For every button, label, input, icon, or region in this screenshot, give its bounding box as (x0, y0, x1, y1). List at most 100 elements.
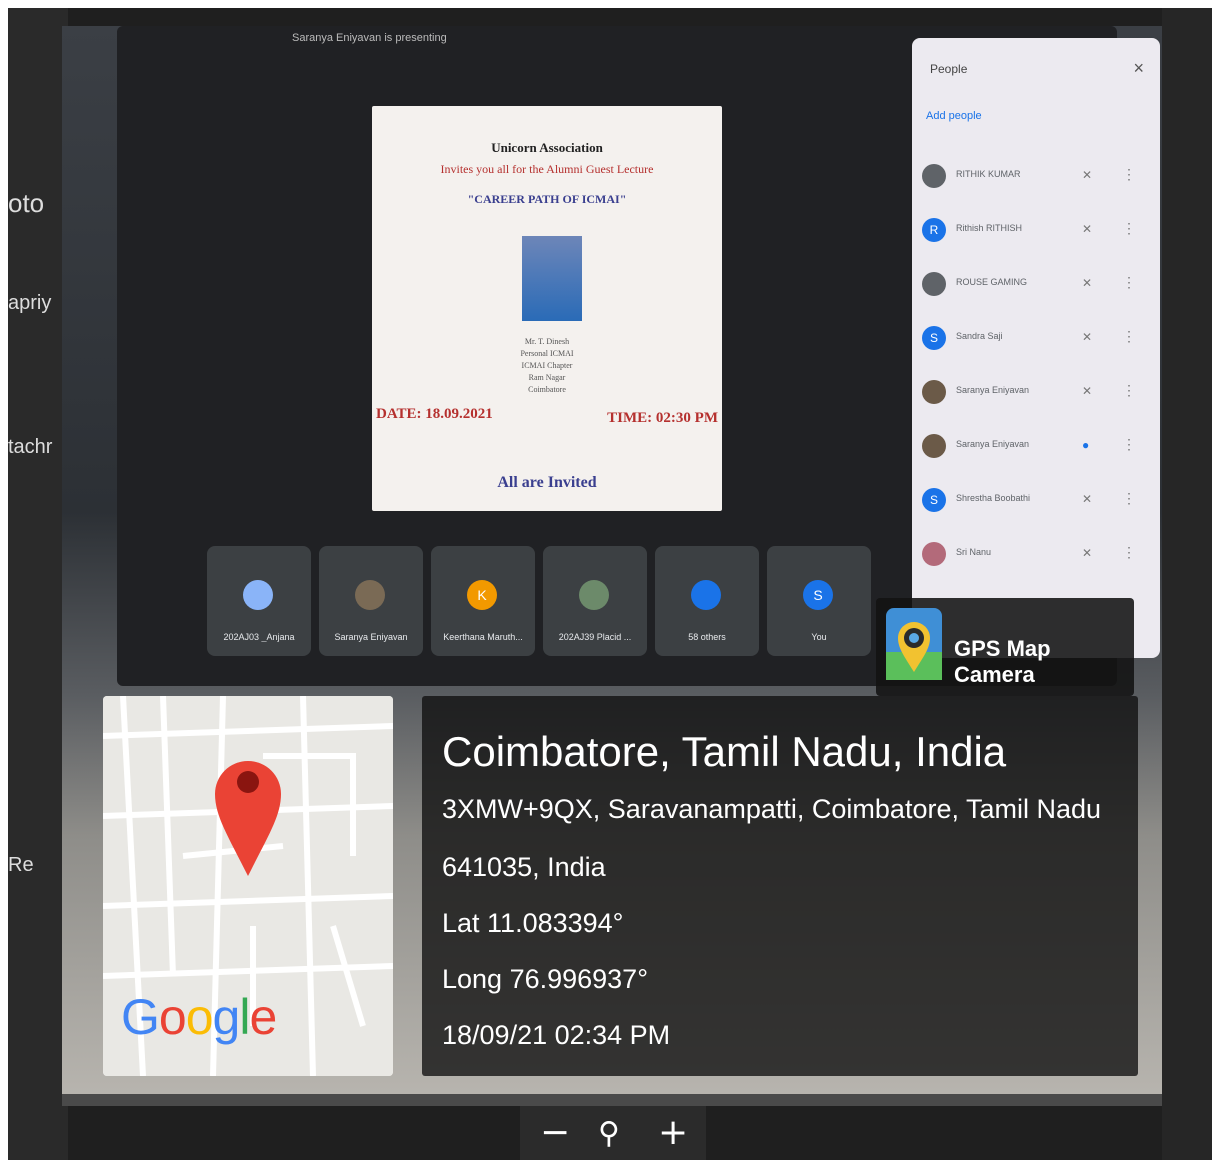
more-icon: ⋮ (1122, 382, 1136, 398)
background-page-left: oto apriy tachr Re (8, 8, 68, 1160)
mic-off-icon: ✕ (1082, 276, 1093, 290)
slide-time: TIME: 02:30 PM (607, 410, 718, 426)
tile-name: You (811, 632, 827, 642)
mic-off-icon: ✕ (1082, 330, 1093, 344)
speaking-icon: ● (1082, 438, 1090, 452)
slide-association: Unicorn Association (491, 140, 603, 155)
gps-camera-app-icon (886, 608, 942, 680)
participant-row: Saranya Eniyavan ● ⋮ (922, 426, 1150, 470)
gps-badge-title: GPS Map Camera (954, 636, 1051, 687)
more-icon: ⋮ (1122, 328, 1136, 344)
location-datetime: 18/09/21 02:34 PM (442, 1020, 671, 1050)
avatar (922, 380, 946, 404)
participant-name: RITHIK KUMAR (956, 169, 1021, 179)
participant-tile: K Keerthana Maruth... (431, 546, 535, 656)
background-text: Re (8, 854, 34, 876)
zoom-controls: − ⚲ + (520, 1106, 706, 1160)
presenting-banner: Saranya Eniyavan is presenting (292, 32, 447, 44)
google-logo: Google (121, 988, 277, 1046)
image-viewer: oto apriy tachr Re Saranya Eniyavan is p… (8, 8, 1212, 1160)
more-icon: ⋮ (1122, 166, 1136, 182)
location-longitude: Long 76.996937° (442, 964, 648, 994)
tile-name: Saranya Eniyavan (334, 632, 408, 642)
zoom-out-button[interactable]: − (540, 1112, 570, 1153)
tile-name: 58 others (688, 632, 726, 642)
zoom-in-button[interactable]: + (658, 1112, 688, 1153)
mic-off-icon: ✕ (1082, 492, 1093, 506)
close-icon: × (1133, 58, 1144, 78)
google-logo-letter: e (249, 989, 277, 1045)
participant-name: Saranya Eniyavan (956, 385, 1030, 395)
participant-name: Shrestha Boobathi (956, 493, 1031, 503)
location-city: Coimbatore, Tamil Nadu, India (442, 728, 1007, 775)
people-panel: People × Add people RITHIK KUMAR ✕ ⋮ R R… (912, 38, 1160, 658)
speaker-photo (522, 236, 582, 321)
participant-row: Saranya Eniyavan ✕ ⋮ (922, 372, 1150, 416)
more-icon: ⋮ (1122, 544, 1136, 560)
mic-off-icon: ✕ (1082, 546, 1093, 560)
tile-avatar: K (467, 580, 497, 610)
avatar: S (922, 326, 946, 350)
participant-name: Sri Nanu (956, 547, 992, 557)
more-icon: ⋮ (1122, 490, 1136, 506)
google-logo-letter: l (239, 989, 250, 1045)
avatar (922, 434, 946, 458)
background-page-right (1162, 8, 1212, 1160)
add-people-link: Add people (926, 110, 982, 122)
google-logo-letter: G (121, 989, 160, 1045)
location-address-line2: 641035, India (442, 852, 606, 882)
tile-avatar (243, 580, 273, 610)
participant-name: Sandra Saji (956, 331, 1003, 341)
background-text: oto (8, 188, 45, 218)
participant-tile: S You (767, 546, 871, 656)
participant-tile: 58 others (655, 546, 759, 656)
slide-topic: "CAREER PATH OF ICMAI" (467, 192, 627, 206)
mic-off-icon: ✕ (1082, 168, 1093, 182)
tile-name: Keerthana Maruth... (443, 632, 523, 642)
people-panel-title: People (930, 62, 968, 76)
avatar: S (922, 488, 946, 512)
speaker-line: Personal ICMAI (520, 349, 574, 358)
participant-tiles: 202AJ03 _Anjana Saranya Eniyavan K Keert… (207, 546, 907, 656)
speaker-line: ICMAI Chapter (521, 361, 573, 370)
participant-row: S Shrestha Boobathi ✕ ⋮ (922, 480, 1150, 524)
more-icon: ⋮ (1122, 274, 1136, 290)
presentation-slide: Unicorn Association Invites you all for … (372, 106, 722, 511)
tile-avatar (579, 580, 609, 610)
zoom-icon[interactable]: ⚲ (598, 1116, 620, 1151)
gps-map-camera-badge: GPS Map Camera (876, 598, 1134, 696)
background-text: apriy (8, 292, 52, 314)
location-latitude: Lat 11.083394° (442, 908, 624, 938)
participant-row: R Rithish RITHISH ✕ ⋮ (922, 210, 1150, 254)
mic-off-icon: ✕ (1082, 222, 1093, 236)
more-icon: ⋮ (1122, 220, 1136, 236)
participant-tile: 202AJ03 _Anjana (207, 546, 311, 656)
keyboard-edge (62, 1094, 1162, 1106)
avatar (922, 542, 946, 566)
google-logo-letter: o (158, 989, 187, 1045)
tile-name: 202AJ39 Placid ... (558, 632, 632, 642)
location-address-line1: 3XMW+9QX, Saravanampatti, Coimbatore, Ta… (442, 794, 1102, 824)
speaker-details: Mr. T. Dinesh Personal ICMAI ICMAI Chapt… (372, 336, 722, 396)
tile-avatar (691, 580, 721, 610)
participant-name: ROUSE GAMING (956, 277, 1028, 287)
avatar: R (922, 218, 946, 242)
google-logo-letter: g (212, 989, 241, 1045)
background-text: tachr (8, 436, 53, 458)
speaker-line: Coimbatore (528, 385, 566, 394)
slide-date: DATE: 18.09.2021 (376, 406, 493, 422)
map-thumbnail: Google (103, 696, 393, 1076)
location-info-card: Coimbatore, Tamil Nadu, India 3XMW+9QX, … (422, 696, 1138, 1076)
avatar (922, 272, 946, 296)
speaker-line: Mr. T. Dinesh (524, 337, 570, 346)
slide-invite-text: Invites you all for the Alumni Guest Lec… (440, 162, 654, 176)
participant-tile: Saranya Eniyavan (319, 546, 423, 656)
laptop-screen: Saranya Eniyavan is presenting Unicorn A… (117, 26, 1160, 686)
participant-row: Sri Nanu ✕ ⋮ (922, 534, 1150, 578)
mic-off-icon: ✕ (1082, 384, 1093, 398)
avatar (922, 164, 946, 188)
more-icon: ⋮ (1122, 436, 1136, 452)
participant-tile: 202AJ39 Placid ... (543, 546, 647, 656)
participant-row: S Sandra Saji ✕ ⋮ (922, 318, 1150, 362)
speaker-line: Ram Nagar (528, 373, 566, 382)
